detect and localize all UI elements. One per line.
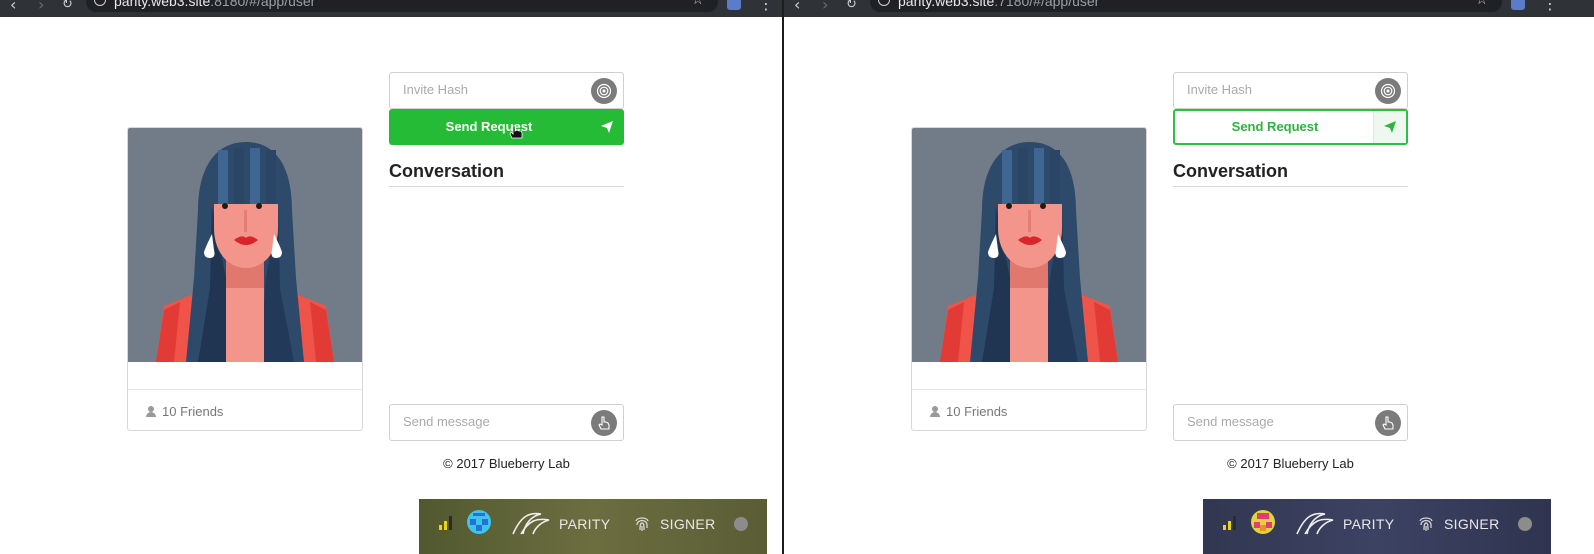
account-identicon[interactable] <box>467 510 491 534</box>
signer-label[interactable]: SIGNER <box>660 516 715 532</box>
browser-toolbar: ‹ › ↻ parity.web3.site:7180/#/app/user ☆… <box>784 0 1594 17</box>
send-request-button[interactable]: Send Request <box>389 109 624 145</box>
user-icon <box>146 406 156 417</box>
signal-strength-icon[interactable] <box>1223 516 1237 530</box>
fingerprint-icon[interactable] <box>1416 513 1436 533</box>
bookmark-star-icon[interactable]: ☆ <box>691 0 704 8</box>
invite-hash-field <box>389 72 624 109</box>
send-request-button[interactable]: Send Request <box>1173 109 1408 145</box>
invite-hash-input[interactable] <box>403 82 583 97</box>
send-message-button[interactable] <box>1375 410 1401 436</box>
extension-icon[interactable] <box>727 0 741 10</box>
url-text: parity.web3.site:8180/#/app/user <box>114 0 316 9</box>
back-icon[interactable]: ‹ <box>10 0 16 14</box>
conversation-title: Conversation <box>389 161 505 181</box>
browser-toolbar: ‹ › ↻ parity.web3.site:8180/#/app/user ☆… <box>0 0 783 17</box>
card-divider <box>912 389 1146 390</box>
friends-count[interactable]: 10 Friends <box>930 404 1007 419</box>
send-message-button[interactable] <box>591 410 617 436</box>
account-identicon[interactable] <box>1251 510 1275 534</box>
invite-hash-field <box>1173 72 1408 109</box>
message-input[interactable] <box>1187 414 1367 429</box>
parity-status-bar: PARITY SIGNER <box>1203 499 1551 554</box>
profile-card: 10 Friends <box>911 127 1147 431</box>
parity-logo-icon[interactable] <box>1295 510 1335 536</box>
back-icon[interactable]: ‹ <box>794 0 800 14</box>
conversation-title: Conversation <box>1173 161 1289 181</box>
address-bar[interactable]: parity.web3.site:8180/#/app/user ☆ <box>86 0 718 12</box>
forward-icon[interactable]: › <box>822 0 828 14</box>
reload-icon[interactable]: ↻ <box>62 0 73 12</box>
send-request-label: Send Request <box>445 119 533 134</box>
friends-label: 10 Friends <box>946 404 1008 419</box>
signal-strength-icon[interactable] <box>439 516 453 530</box>
pointer-hand-icon <box>598 416 610 430</box>
friends-count[interactable]: 10 Friends <box>146 404 223 419</box>
forward-icon[interactable]: › <box>38 0 44 14</box>
extension-icon[interactable] <box>1511 0 1525 10</box>
signer-label[interactable]: SIGNER <box>1444 516 1499 532</box>
status-dot-icon <box>734 517 748 531</box>
user-icon <box>930 406 940 417</box>
conversation-divider <box>1173 186 1408 187</box>
card-divider <box>128 389 362 390</box>
url-text: parity.web3.site:7180/#/app/user <box>898 0 1100 9</box>
profile-card: 10 Friends <box>127 127 363 431</box>
parity-label[interactable]: PARITY <box>1343 516 1394 532</box>
browser-menu-icon[interactable]: ⋮ <box>1542 0 1558 13</box>
left-window: ‹ › ↻ parity.web3.site:8180/#/app/user ☆… <box>0 0 783 554</box>
friends-label: 10 Friends <box>162 404 224 419</box>
invite-hash-input[interactable] <box>1187 82 1367 97</box>
scan-button[interactable] <box>1375 78 1401 104</box>
paper-plane-icon <box>590 109 624 145</box>
bookmark-star-icon[interactable]: ☆ <box>1475 0 1488 8</box>
fingerprint-icon[interactable] <box>632 513 652 533</box>
footer-copyright: © 2017 Blueberry Lab <box>1227 456 1354 471</box>
parity-label[interactable]: PARITY <box>559 516 610 532</box>
footer-copyright: © 2017 Blueberry Lab <box>443 456 570 471</box>
conversation-divider <box>389 186 624 187</box>
status-dot-icon <box>1518 517 1532 531</box>
address-bar[interactable]: parity.web3.site:7180/#/app/user ☆ <box>870 0 1502 12</box>
parity-logo-icon[interactable] <box>511 510 551 536</box>
profile-avatar <box>128 128 362 362</box>
broadcast-icon <box>596 83 612 99</box>
info-icon[interactable] <box>878 0 890 6</box>
reload-icon[interactable]: ↻ <box>846 0 857 12</box>
message-input[interactable] <box>403 414 583 429</box>
pointer-hand-icon <box>1382 416 1394 430</box>
paper-plane-icon <box>1373 111 1406 143</box>
profile-avatar <box>912 128 1146 362</box>
right-window: ‹ › ↻ parity.web3.site:7180/#/app/user ☆… <box>784 0 1594 554</box>
browser-menu-icon[interactable]: ⋮ <box>758 0 774 13</box>
broadcast-icon <box>1380 83 1396 99</box>
send-request-label: Send Request <box>1231 119 1319 134</box>
message-field <box>1173 404 1408 441</box>
info-icon[interactable] <box>94 0 106 6</box>
scan-button[interactable] <box>591 78 617 104</box>
message-field <box>389 404 624 441</box>
parity-status-bar: PARITY SIGNER <box>419 499 767 554</box>
hand-cursor-icon <box>509 125 523 139</box>
